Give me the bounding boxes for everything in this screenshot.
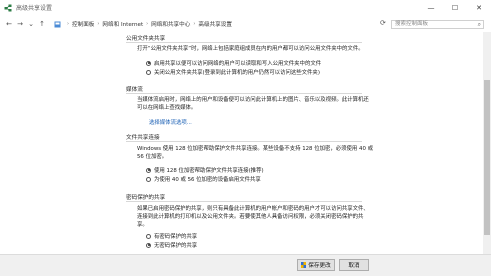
back-button[interactable]: ←: [4, 19, 14, 29]
recent-locations-button[interactable]: ⌄: [26, 19, 36, 29]
radio-button[interactable]: [146, 233, 151, 239]
radio-label: 无密码保护的共享: [154, 243, 198, 249]
close-button[interactable]: ✕: [467, 0, 491, 16]
search-placeholder: 搜索控制面板: [395, 21, 429, 27]
up-button[interactable]: ↑: [37, 19, 47, 29]
save-button[interactable]: 保存更改: [297, 259, 335, 271]
chevron-up-icon[interactable]: ⌃: [355, 32, 360, 35]
radio-label: 为使用 40 或 56 位加密的设备启用文件共享: [154, 177, 261, 183]
shield-icon: [301, 262, 307, 268]
title-bar: 高级共享设置 — ☐ ✕: [0, 0, 491, 16]
cancel-button[interactable]: 取消: [339, 259, 369, 271]
password-description-line-3: 享。: [137, 222, 148, 228]
divider: [126, 42, 362, 43]
maximize-button[interactable]: ☐: [443, 0, 467, 16]
radio-button[interactable]: [146, 167, 151, 173]
file-sharing-description-line-2: 56 位加密。: [137, 154, 168, 160]
radio-label: 启用共享以便可以访问网络的用户可以读取和写入公用文件夹中的文件: [154, 61, 322, 67]
radio-128-bit-encryption[interactable]: 使用 128 位加密帮助保护文件共享连接(推荐): [146, 166, 264, 174]
section-title-public-folder: 公用文件夹共享: [126, 36, 166, 42]
radio-no-password[interactable]: 无密码保护的共享: [146, 241, 197, 249]
search-input[interactable]: 搜索控制面板 ⌕: [391, 20, 484, 29]
breadcrumb: › 控制面板 › 网络和 Internet › 网络和共享中心 › 高级共享设置: [54, 19, 374, 29]
divider: [126, 201, 362, 202]
section-title-password: 密码保护的共享: [126, 195, 166, 201]
radio-button[interactable]: [146, 69, 151, 75]
network-icon: [4, 4, 12, 12]
radio-button[interactable]: [146, 60, 151, 66]
section-title-media: 媒体流: [126, 87, 143, 93]
radio-button[interactable]: [146, 176, 151, 182]
radio-40-56-bit-encryption[interactable]: 为使用 40 或 56 位加密的设备启用文件共享: [146, 175, 261, 183]
divider: [126, 93, 362, 94]
save-button-label: 保存更改: [308, 263, 331, 269]
radio-label: 使用 128 位加密帮助保护文件共享连接(推荐): [154, 168, 264, 174]
address-bar: ← → ⌄ ↑ › 控制面板 › 网络和 Internet › 网络和共享中心 …: [0, 16, 491, 32]
window-title: 高级共享设置: [16, 5, 53, 12]
refresh-icon[interactable]: ⟳: [380, 19, 386, 27]
choose-media-streaming-link[interactable]: 选择媒体流选项...: [149, 118, 192, 126]
search-icon: ⌕: [477, 21, 481, 28]
radio-disable-public-sharing[interactable]: 关闭公用文件夹共享(登录到此计算机的用户仍然可以访问这些文件夹): [146, 68, 320, 76]
radio-enable-public-sharing[interactable]: 启用共享以便可以访问网络的用户可以读取和写入公用文件夹中的文件: [146, 59, 321, 67]
radio-button[interactable]: [146, 242, 151, 248]
public-folder-description: 打开“公用文件夹共享”时，网络上包括家庭组成员在内的用户都可以访问公用文件夹中的…: [137, 46, 364, 52]
minimize-button[interactable]: —: [419, 0, 443, 16]
action-bar: 保存更改 取消: [0, 254, 491, 276]
media-description-line-2: 可以在网络上查找媒体。: [137, 105, 197, 111]
forward-button[interactable]: →: [15, 19, 25, 29]
breadcrumb-advanced-sharing[interactable]: 高级共享设置: [198, 20, 232, 28]
file-sharing-description-line-1: Windows 使用 128 位加密帮助保护文件共享连接。某些设备不支持 128…: [137, 146, 373, 152]
divider: [126, 141, 362, 142]
radio-label: 有密码保护的共享: [154, 234, 198, 240]
breadcrumb-network-internet[interactable]: 网络和 Internet: [102, 20, 143, 28]
vertical-scrollbar[interactable]: [483, 32, 491, 254]
radio-label: 关闭公用文件夹共享(登录到此计算机的用户仍然可以访问这些文件夹): [154, 70, 320, 76]
settings-content: 公用文件夹共享 ⌃ 打开“公用文件夹共享”时，网络上包括家庭组成员在内的用户都可…: [0, 32, 491, 254]
password-description-line-2: 连接到此计算机的打印机以及公用文件夹。若要使其他人具备访问权限，必须关闭密码保护…: [137, 214, 364, 220]
media-description-line-1: 当媒体流启用时，网络上的用户和设备便可以访问此计算机上的图片、音乐以及视频。此计…: [137, 97, 369, 103]
section-title-file-sharing: 文件共享连接: [126, 135, 160, 141]
breadcrumb-network-sharing-center[interactable]: 网络和共享中心: [151, 20, 190, 28]
radio-password-protected[interactable]: 有密码保护的共享: [146, 232, 197, 240]
control-panel-icon: [54, 21, 61, 27]
password-description-line-1: 如果已启用密码保护的共享，则只有具备此计算机的用户帐户和密码的用户才可以访问共享…: [137, 206, 369, 212]
breadcrumb-control-panel[interactable]: 控制面板: [72, 20, 94, 28]
scrollbar-thumb[interactable]: [484, 80, 490, 235]
